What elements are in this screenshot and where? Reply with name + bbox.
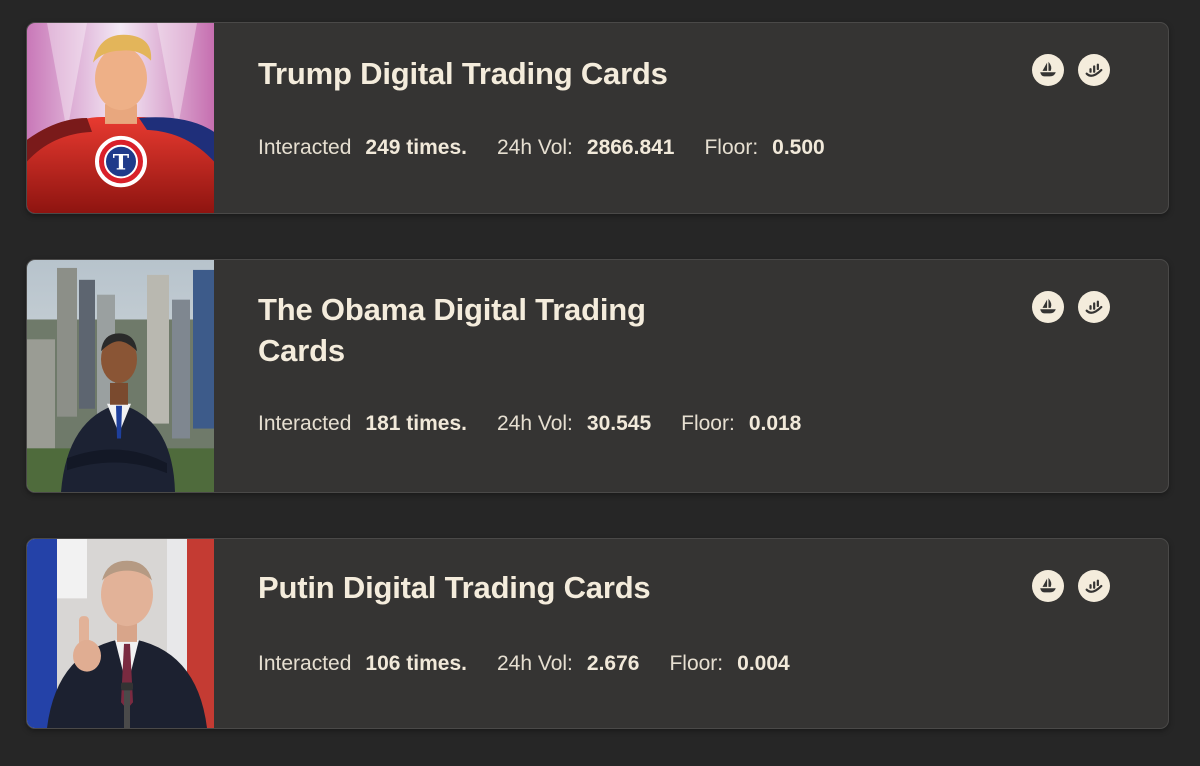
collection-thumbnail[interactable] xyxy=(27,260,214,492)
floor-label: Floor: xyxy=(669,652,724,675)
floor-label: Floor: xyxy=(681,412,735,435)
interacted-value: 249 times. xyxy=(365,136,467,159)
volume-label: 24h Vol: xyxy=(496,412,573,435)
trump-superhero-image: T xyxy=(27,23,214,213)
floor-value: 0.004 xyxy=(737,652,790,675)
interacted-label: Interacted xyxy=(258,412,352,435)
interacted-value: 106 times. xyxy=(365,652,467,675)
card-actions xyxy=(1032,54,1110,86)
collection-title[interactable]: Trump Digital Trading Cards xyxy=(258,53,858,94)
interacted-label: Interacted xyxy=(258,136,352,159)
card-actions xyxy=(1032,570,1110,602)
card-actions xyxy=(1032,291,1110,323)
interacted-value: 181 times. xyxy=(365,412,467,435)
collection-stats: Interacted 181 times. 24h Vol: 30.545 Fl… xyxy=(258,412,831,436)
volume-label: 24h Vol: xyxy=(496,136,573,159)
chart-icon[interactable] xyxy=(1078,570,1110,602)
opensea-icon[interactable] xyxy=(1032,570,1064,602)
collection-card-obama[interactable]: The Obama Digital Trading Cards Interact… xyxy=(26,259,1169,493)
collection-stats: Interacted 249 times. 24h Vol: 2866.841 … xyxy=(258,136,855,160)
chart-icon[interactable] xyxy=(1078,54,1110,86)
putin-podium-image xyxy=(27,539,214,728)
collection-card-trump[interactable]: T Trump Digital Trading Cards Interacted… xyxy=(26,22,1169,214)
volume-value: 2866.841 xyxy=(586,136,675,159)
volume-value: 2.676 xyxy=(586,652,640,675)
collection-stats: Interacted 106 times. 24h Vol: 2.676 Flo… xyxy=(258,652,820,676)
floor-value: 0.018 xyxy=(748,412,802,435)
volume-value: 30.545 xyxy=(586,412,652,435)
floor-label: Floor: xyxy=(704,136,759,159)
floor-value: 0.500 xyxy=(772,136,825,159)
chart-icon[interactable] xyxy=(1078,291,1110,323)
volume-label: 24h Vol: xyxy=(496,652,573,675)
interacted-label: Interacted xyxy=(258,652,352,675)
collection-title[interactable]: Putin Digital Trading Cards xyxy=(258,567,858,608)
collection-title[interactable]: The Obama Digital Trading Cards xyxy=(258,289,718,371)
obama-city-image xyxy=(27,260,214,492)
collection-thumbnail[interactable] xyxy=(27,539,214,728)
collection-thumbnail[interactable]: T xyxy=(27,23,214,213)
opensea-icon[interactable] xyxy=(1032,54,1064,86)
collection-card-putin[interactable]: Putin Digital Trading Cards Interacted 1… xyxy=(26,538,1169,729)
collection-list: T Trump Digital Trading Cards Interacted… xyxy=(0,0,1200,766)
svg-text:T: T xyxy=(113,150,130,176)
opensea-icon[interactable] xyxy=(1032,291,1064,323)
